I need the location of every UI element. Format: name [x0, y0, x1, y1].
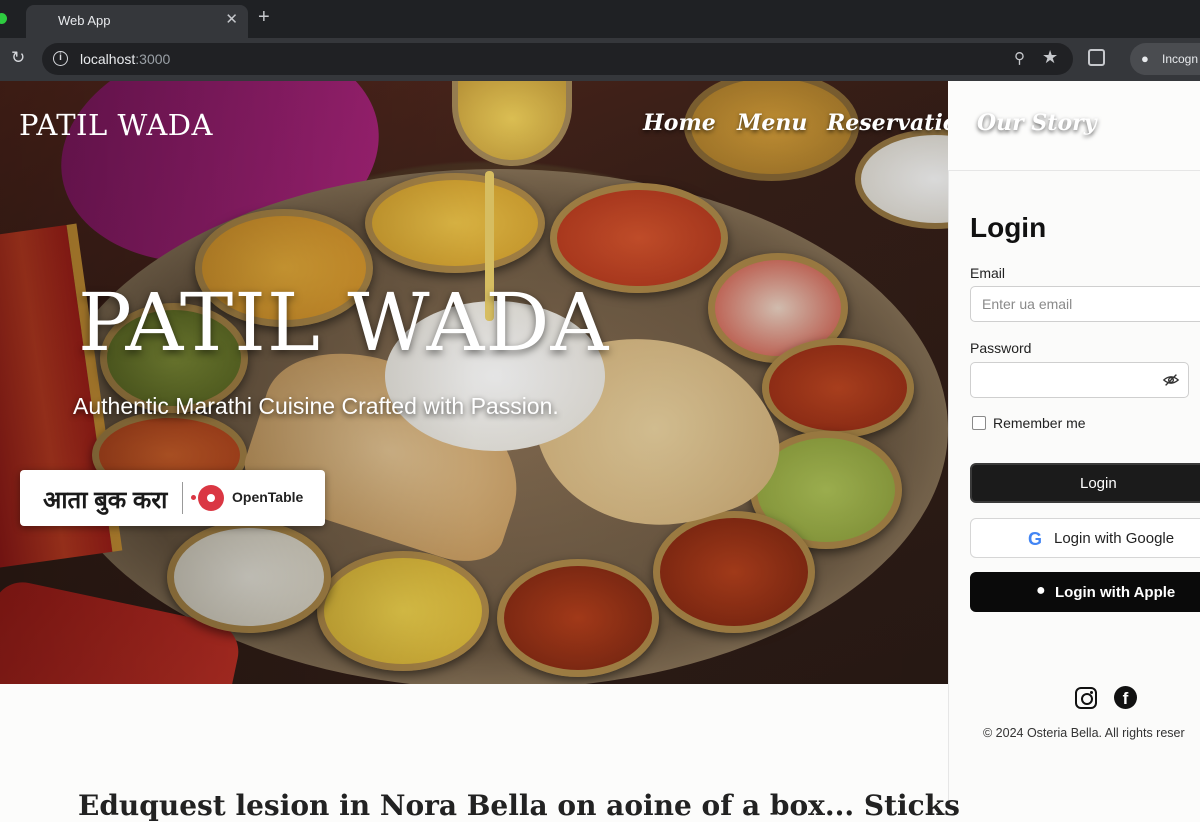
tab-title: Web App [58, 13, 111, 28]
hero-section: PATIL WADA Home Menu Reservation PATIL W… [0, 81, 948, 684]
divider [182, 482, 183, 514]
profile-button[interactable]: ● Incogn [1130, 43, 1200, 75]
google-button-label: Login with Google [1054, 530, 1175, 547]
remember-me-checkbox[interactable] [972, 416, 986, 430]
email-input[interactable] [970, 286, 1200, 322]
lower-section: Eduquest lesion in Nora Bella on aoine o… [0, 684, 960, 822]
book-now-label: आता बुक करा [43, 487, 168, 514]
reload-icon[interactable]: ↻ [11, 48, 25, 68]
info-icon[interactable]: i [53, 51, 68, 66]
password-label: Password [970, 340, 1032, 356]
url-text: localhost:3000 [80, 51, 170, 67]
opentable-icon [191, 485, 224, 511]
section-heading: Eduquest lesion in Nora Bella on aoine o… [78, 789, 960, 822]
star-icon[interactable]: ★ [1042, 47, 1058, 68]
book-now-button[interactable]: आता बुक करा OpenTable [20, 470, 325, 526]
instagram-icon[interactable] [1075, 687, 1097, 709]
google-icon: G [1028, 529, 1043, 549]
url-port: :3000 [135, 51, 171, 67]
password-input[interactable] [970, 362, 1189, 398]
copyright-text: © 2024 Osteria Bella. All rights reser [983, 726, 1185, 740]
zoom-icon[interactable]: ⚲ [1014, 49, 1025, 67]
opentable-label: OpenTable [232, 489, 304, 505]
apple-button-label: Login with Apple [1055, 584, 1176, 601]
hero-subtitle: Authentic Marathi Cuisine Crafted with P… [73, 393, 559, 419]
profile-icon: ● [1141, 51, 1149, 66]
login-button-label: Login [1080, 475, 1117, 492]
browser-tab-bar: Web App ✕ + [0, 0, 1200, 38]
login-with-google-button[interactable]: G Login with Google [970, 518, 1200, 558]
tab-close-icon[interactable]: ✕ [225, 10, 238, 28]
url-host: localhost [80, 51, 136, 67]
browser-tab[interactable]: Web App ✕ [26, 5, 248, 38]
address-bar[interactable]: i localhost:3000 ⚲ ★ [42, 43, 1073, 75]
extension-icon[interactable] [1088, 49, 1105, 66]
hero-title: PATIL WADA [78, 276, 610, 369]
site-logo[interactable]: PATIL WADA [19, 108, 213, 142]
login-panel: Login Email Password Remember me Login G… [948, 170, 1200, 800]
nav-our-story[interactable]: Our Story [977, 110, 1097, 136]
profile-label: Incogn [1162, 52, 1199, 66]
nav-reservation[interactable]: Reservation [827, 110, 948, 136]
browser-toolbar: ↻ i localhost:3000 ⚲ ★ ● Incogn [0, 38, 1200, 81]
facebook-icon[interactable]: f [1114, 686, 1137, 709]
eye-slash-icon[interactable] [1162, 371, 1180, 389]
hero-overlay [0, 81, 948, 684]
new-tab-button[interactable]: + [258, 6, 270, 29]
nav-menu[interactable]: Menu [737, 110, 807, 136]
login-button[interactable]: Login [970, 463, 1200, 503]
nav-home[interactable]: Home [643, 110, 716, 136]
remember-me-label: Remember me [993, 415, 1086, 431]
login-with-apple-button[interactable]: ● Login with Apple [970, 572, 1200, 612]
apple-icon: ● [1036, 582, 1046, 599]
login-title: Login [970, 212, 1047, 243]
window-control-icon[interactable] [0, 13, 7, 24]
email-label: Email [970, 265, 1006, 281]
